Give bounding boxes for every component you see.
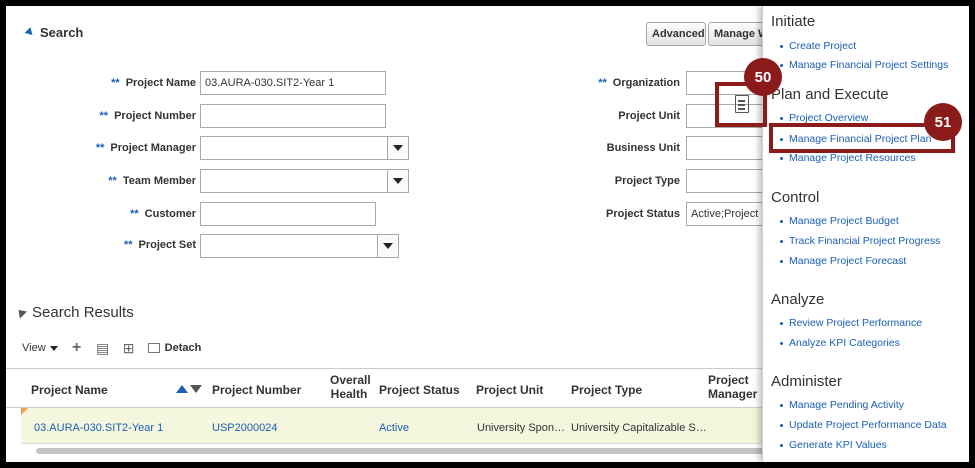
column-header-project-unit[interactable]: Project Unit: [476, 383, 543, 397]
project-number-input[interactable]: [200, 104, 386, 128]
team-member-input[interactable]: [200, 169, 388, 193]
freeze-columns-icon[interactable]: ⊞: [122, 341, 136, 355]
detach-label: Detach: [164, 342, 202, 354]
customer-label: ** Customer: [130, 208, 196, 220]
callout-51-badge: 51: [924, 103, 962, 141]
cell-project-name[interactable]: 03.AURA-030.SIT2-Year 1: [34, 422, 163, 434]
project-manager-label: ** Project Manager: [95, 142, 196, 154]
project-manager-input[interactable]: [200, 136, 388, 160]
sort-controls[interactable]: [176, 385, 202, 393]
cell-project-number[interactable]: USP2000024: [212, 422, 277, 434]
chevron-down-icon: [383, 243, 393, 249]
collapse-triangle-icon[interactable]: [24, 27, 36, 38]
callout-50-badge: 50: [744, 58, 782, 96]
search-section-header[interactable]: Search: [24, 25, 84, 40]
team-member-dropdown-button[interactable]: [387, 169, 409, 193]
link-analyze-kpi-categories[interactable]: Analyze KPI Categories: [780, 337, 900, 349]
section-plan-and-execute: Plan and Execute: [771, 86, 889, 103]
team-member-label: ** Team Member: [108, 175, 196, 187]
advanced-button[interactable]: Advanced: [646, 22, 706, 46]
link-create-project[interactable]: Create Project: [779, 40, 856, 52]
table-row[interactable]: 03.AURA-030.SIT2-Year 1 USP2000024 Activ…: [21, 408, 766, 444]
column-header-project-manager[interactable]: Project Manager: [708, 373, 757, 401]
results-table-header: Project Name Project Number Overall Heal…: [6, 368, 766, 408]
column-header-overall-health[interactable]: Overall Health: [330, 373, 371, 401]
search-results-header[interactable]: Search Results: [14, 304, 134, 321]
organization-label: ** Organization: [598, 77, 680, 89]
sort-ascending-icon[interactable]: [176, 385, 188, 393]
add-icon[interactable]: +: [70, 340, 84, 356]
project-set-label: ** Project Set: [123, 239, 196, 251]
chevron-down-icon: [393, 178, 403, 184]
project-type-input[interactable]: [686, 169, 766, 193]
row-indicator-icon: [21, 408, 28, 415]
cell-project-unit: University Spon…: [477, 422, 566, 434]
chevron-down-icon: [49, 345, 58, 351]
view-menu[interactable]: View: [22, 342, 58, 354]
link-generate-kpi-values[interactable]: Generate KPI Values: [780, 439, 887, 451]
application-frame: Search Advanced Manage W ** Project Name …: [6, 6, 969, 462]
project-type-label: Project Type: [614, 175, 680, 187]
project-number-label: ** Project Number: [99, 110, 196, 122]
cell-project-status: Active: [379, 422, 409, 434]
collapse-triangle-icon[interactable]: [14, 306, 28, 319]
project-set-input[interactable]: [200, 234, 378, 258]
section-administer: Administer: [771, 373, 842, 390]
customer-input[interactable]: [200, 202, 376, 226]
project-manager-dropdown-button[interactable]: [387, 136, 409, 160]
view-label: View: [22, 342, 46, 354]
column-header-project-number[interactable]: Project Number: [212, 383, 301, 397]
link-track-financial-project-progress[interactable]: Track Financial Project Progress: [779, 235, 940, 247]
section-control: Control: [771, 189, 820, 206]
column-header-project-type[interactable]: Project Type: [571, 383, 642, 397]
project-unit-label: Project Unit: [618, 110, 680, 122]
horizontal-scrollbar[interactable]: [36, 448, 766, 454]
project-status-label: Project Status: [606, 208, 680, 220]
project-status-input[interactable]: Active;Project E: [686, 202, 766, 226]
search-title: Search: [40, 25, 84, 40]
business-unit-input[interactable]: [686, 136, 766, 160]
section-analyze: Analyze: [771, 291, 825, 308]
detach-icon: [147, 343, 160, 353]
chevron-down-icon: [393, 145, 403, 151]
column-header-project-name[interactable]: Project Name: [31, 383, 108, 397]
business-unit-label: Business Unit: [606, 142, 680, 154]
link-manage-financial-project-settings[interactable]: Manage Financial Project Settings: [779, 59, 948, 71]
manage-watchlist-button[interactable]: Manage W: [708, 22, 768, 46]
results-toolbar: View + ▤ ⊞ Detach: [22, 340, 202, 356]
tasks-panel: Initiate Create Project Manage Financial…: [762, 6, 969, 462]
section-initiate: Initiate: [771, 13, 816, 30]
column-header-project-status[interactable]: Project Status: [379, 383, 460, 397]
link-manage-project-forecast[interactable]: Manage Project Forecast: [779, 255, 906, 267]
sort-descending-icon[interactable]: [190, 385, 202, 393]
project-name-input[interactable]: 03.AURA-030.SIT2-Year 1: [200, 71, 386, 95]
project-set-dropdown-button[interactable]: [377, 234, 399, 258]
search-results-title: Search Results: [32, 304, 134, 321]
link-review-project-performance[interactable]: Review Project Performance: [779, 317, 922, 329]
project-name-label: ** Project Name: [111, 77, 196, 89]
link-manage-project-budget[interactable]: Manage Project Budget: [780, 215, 899, 227]
edit-list-icon[interactable]: ▤: [96, 341, 110, 355]
detach-button[interactable]: Detach: [147, 342, 202, 354]
link-manage-pending-activity[interactable]: Manage Pending Activity: [780, 399, 904, 411]
link-update-project-performance-data[interactable]: Update Project Performance Data: [780, 419, 947, 431]
cell-project-type: University Capitalizable S…: [571, 422, 707, 434]
link-manage-project-resources[interactable]: Manage Project Resources: [780, 152, 916, 164]
